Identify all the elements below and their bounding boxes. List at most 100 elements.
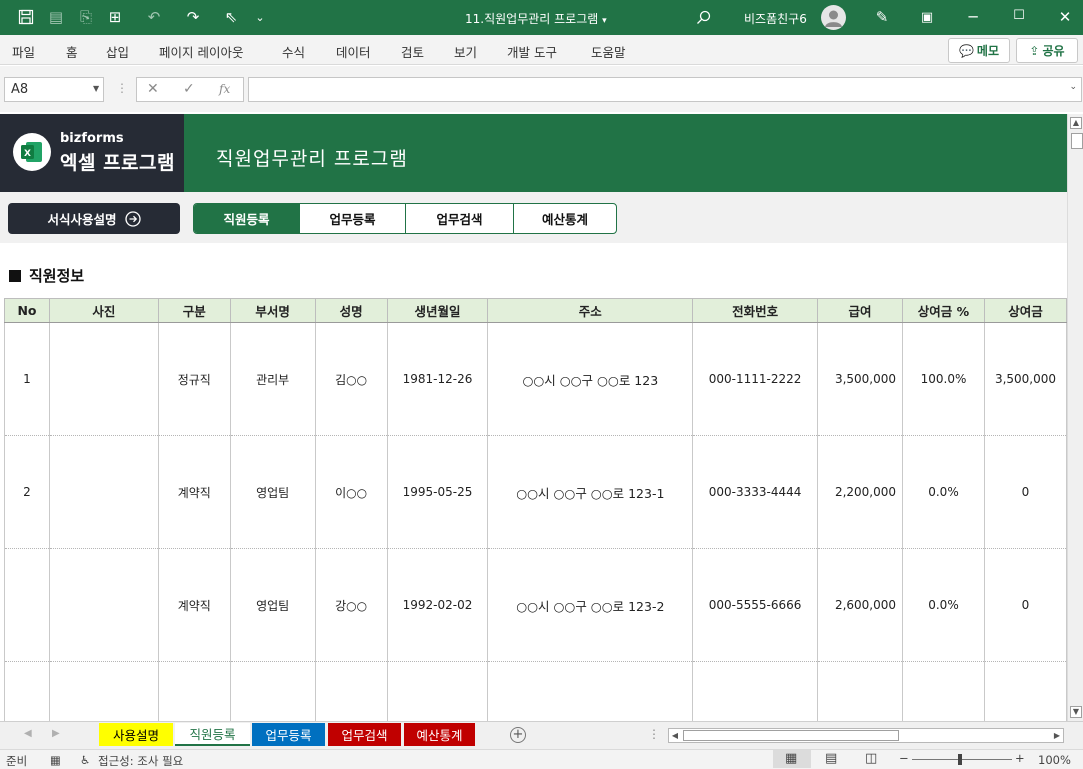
tab-view[interactable]: 보기 — [454, 42, 477, 61]
vertical-scrollbar[interactable]: ▲ ▼ — [1067, 114, 1083, 721]
tab-insert[interactable]: 삽입 — [106, 42, 129, 61]
worksheet[interactable]: X bizforms 엑셀 프로그램 직원업무관리 프로그램 서식사용설명 직원… — [0, 114, 1067, 721]
redo-icon[interactable]: ↷ — [184, 8, 202, 26]
tab-page-layout[interactable]: 페이지 레이아웃 — [159, 42, 243, 61]
search-icon[interactable] — [694, 8, 712, 26]
zoom-out-icon[interactable]: − — [899, 751, 909, 765]
cell-department[interactable]: 영업팀 — [229, 548, 316, 662]
cell-type[interactable]: 정규직 — [157, 322, 231, 436]
cell-empty[interactable] — [902, 661, 985, 721]
guide-button[interactable]: 서식사용설명 — [8, 203, 180, 234]
cell-empty[interactable] — [4, 661, 50, 721]
name-box[interactable]: A8 ▼ — [4, 77, 104, 102]
tab-data[interactable]: 데이터 — [336, 42, 371, 61]
cell-bonus[interactable]: 0 — [983, 435, 1067, 549]
sheet-tab-search[interactable]: 업무검색 — [328, 723, 401, 746]
col-header-birthdate[interactable]: 생년월일 — [386, 298, 489, 323]
sheet-tab-task[interactable]: 업무등록 — [252, 723, 325, 746]
formula-input[interactable]: ⌄ — [248, 77, 1082, 102]
tab-budget-stats[interactable]: 예산통계 — [514, 204, 616, 233]
user-name[interactable]: 비즈폼친구6 — [744, 10, 807, 27]
cell-address[interactable]: ○○시 ○○구 ○○로 123-2 — [487, 548, 694, 662]
scroll-thumb[interactable] — [683, 730, 899, 741]
cell-empty[interactable] — [817, 661, 904, 721]
cell-birthdate[interactable]: 1992-02-02 — [386, 548, 489, 662]
save-icon[interactable] — [17, 8, 35, 26]
zoom-in-icon[interactable]: + — [1015, 751, 1025, 765]
clipboard-icon[interactable]: ⎘ — [77, 8, 95, 26]
cell-photo[interactable] — [48, 548, 159, 662]
scroll-right-icon[interactable]: ▶ — [1051, 729, 1063, 742]
sheet-tab-guide[interactable]: 사용설명 — [99, 723, 173, 746]
cell-department[interactable]: 영업팀 — [229, 435, 316, 549]
normal-view-icon[interactable]: ▦ — [785, 751, 797, 766]
customize-qat-icon[interactable]: ⌄ — [251, 8, 269, 26]
avatar[interactable] — [821, 5, 846, 30]
minimize-icon[interactable]: ─ — [963, 8, 983, 26]
tab-review[interactable]: 검토 — [401, 42, 424, 61]
col-header-bonus[interactable]: 상여금 — [983, 298, 1067, 323]
cell-photo[interactable] — [48, 435, 159, 549]
cell-salary[interactable]: 2,200,000 — [817, 435, 904, 549]
cell-empty[interactable] — [229, 661, 316, 721]
col-header-type[interactable]: 구분 — [157, 298, 231, 323]
cell-phone[interactable]: 000-5555-6666 — [692, 548, 819, 662]
layout-icon[interactable]: ⊞ — [106, 8, 124, 26]
cell-address[interactable]: ○○시 ○○구 ○○로 123-1 — [487, 435, 694, 549]
cell-birthdate[interactable]: 1981-12-26 — [386, 322, 489, 436]
tab-file[interactable]: 파일 — [12, 42, 35, 61]
maximize-icon[interactable]: ☐ — [1009, 8, 1029, 26]
ribbon-display-icon[interactable]: ▣ — [918, 8, 936, 26]
add-sheet-icon[interactable]: + — [510, 727, 526, 743]
scroll-left-icon[interactable]: ◀ — [669, 729, 681, 742]
cell-empty[interactable] — [314, 661, 388, 721]
zoom-level[interactable]: 100% — [1038, 753, 1071, 767]
accessibility-status[interactable]: 접근성: 조사 필요 — [98, 753, 183, 769]
scroll-down-icon[interactable]: ▼ — [1070, 706, 1082, 718]
expand-formula-icon[interactable]: ⌄ — [1069, 82, 1077, 92]
zoom-slider[interactable] — [912, 759, 1012, 760]
split-handle-icon[interactable]: ⋮ — [648, 727, 660, 741]
cell-department[interactable]: 관리부 — [229, 322, 316, 436]
col-header-department[interactable]: 부서명 — [229, 298, 316, 323]
sheet-tab-employee[interactable]: 직원등록 — [175, 723, 250, 746]
cell-empty[interactable] — [983, 661, 1067, 721]
cell-phone[interactable]: 000-3333-4444 — [692, 435, 819, 549]
cell-name[interactable]: 김○○ — [314, 322, 388, 436]
col-header-salary[interactable]: 급여 — [817, 298, 904, 323]
col-header-phone[interactable]: 전화번호 — [692, 298, 819, 323]
chevron-down-icon[interactable]: ▼ — [93, 84, 99, 93]
accessibility-icon[interactable]: ♿ — [80, 753, 90, 767]
cell-photo[interactable] — [48, 322, 159, 436]
cell-bonus[interactable]: 3,500,000 — [983, 322, 1067, 436]
cell-bonus-rate[interactable]: 0.0% — [902, 548, 985, 662]
zoom-slider-thumb[interactable] — [958, 754, 962, 765]
cell-bonus-rate[interactable]: 0.0% — [902, 435, 985, 549]
cell-name[interactable]: 강○○ — [314, 548, 388, 662]
tab-task-register[interactable]: 업무등록 — [300, 204, 406, 233]
drag-handle-icon[interactable]: ⋮ — [116, 81, 128, 95]
insert-function-button[interactable]: fx — [219, 82, 230, 96]
prev-sheet-icon[interactable]: ◀ — [24, 728, 32, 739]
sheet-tab-budget[interactable]: 예산통계 — [404, 723, 475, 746]
tab-help[interactable]: 도움말 — [591, 42, 626, 61]
memo-button[interactable]: 💬 메모 — [948, 38, 1010, 63]
cancel-icon[interactable]: ✕ — [147, 81, 159, 97]
cell-empty[interactable] — [48, 661, 159, 721]
cell-empty[interactable] — [692, 661, 819, 721]
pointer-icon[interactable]: ⇖ — [222, 8, 240, 26]
scroll-up-icon[interactable]: ▲ — [1070, 117, 1082, 129]
col-header-no[interactable]: No — [4, 298, 50, 323]
cell-no[interactable] — [4, 548, 50, 662]
cell-empty[interactable] — [157, 661, 231, 721]
col-header-address[interactable]: 주소 — [487, 298, 694, 323]
pen-icon[interactable]: ✎ — [873, 8, 891, 26]
tab-task-search[interactable]: 업무검색 — [406, 204, 514, 233]
next-sheet-icon[interactable]: ▶ — [52, 728, 60, 739]
cell-type[interactable]: 계약직 — [157, 548, 231, 662]
cell-bonus[interactable]: 0 — [983, 548, 1067, 662]
close-icon[interactable]: ✕ — [1055, 8, 1075, 26]
undo-icon[interactable]: ↶ — [145, 8, 163, 26]
col-header-name[interactable]: 성명 — [314, 298, 388, 323]
cell-no[interactable]: 1 — [4, 322, 50, 436]
